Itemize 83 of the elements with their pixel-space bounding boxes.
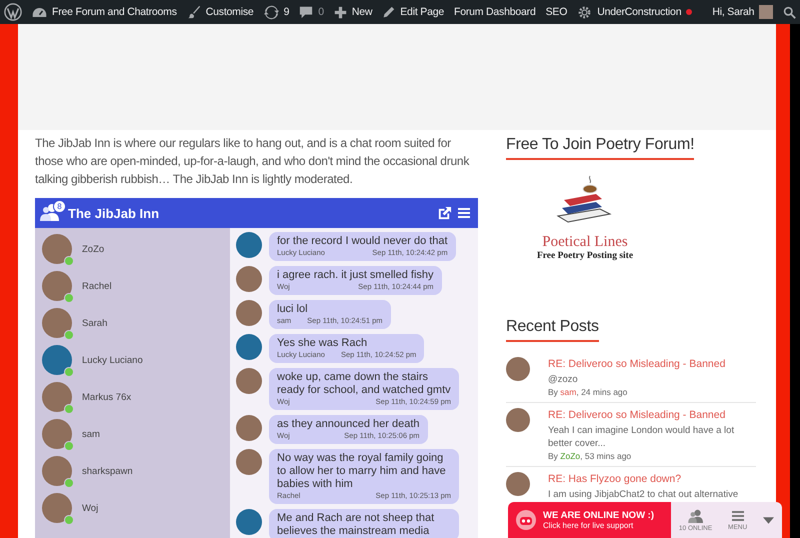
user-name[interactable]: Rachel	[82, 280, 112, 292]
post-excerpt: I am using JibjabChat2 to chat out alternative	[548, 488, 738, 501]
message-text: Me and Rach are not sheep that believes the mainstream media	[277, 512, 436, 538]
user-avatar	[236, 415, 262, 441]
user-avatar	[236, 266, 262, 292]
robot-face-icon	[515, 509, 537, 531]
message-text: as they announced her death	[277, 418, 420, 431]
caret-down-icon[interactable]	[763, 516, 774, 524]
user-avatar	[236, 232, 262, 258]
brush-icon[interactable]	[186, 5, 201, 19]
user-avatar	[236, 334, 262, 360]
menu-link[interactable]: Edit Page	[400, 6, 444, 18]
user-name[interactable]: ZoZo	[82, 244, 104, 254]
message-text: No way was the royal family going to allow her to marry him and have babies with him	[277, 452, 447, 491]
post-excerpt: @zozo	[548, 373, 579, 386]
author-link[interactable]: sam	[560, 387, 576, 397]
user-avatar	[42, 234, 72, 264]
menu-icon	[730, 510, 745, 522]
post-link[interactable]: RE: Has Flyzoo gone down?	[548, 473, 738, 485]
widget-title: Recent Posts	[506, 318, 599, 342]
menu-link[interactable]: Free Forum and Chatrooms	[52, 6, 177, 18]
live-support-button[interactable]: WE ARE ONLINE NOW :) Click here for live support	[508, 502, 671, 538]
post-byline: By	[548, 387, 559, 397]
menu-link[interactable]: 9	[284, 6, 290, 18]
menu-link[interactable]: 0	[318, 6, 324, 18]
intro-paragraph: The JibJab Inn is where our regulars like to hang out, and is a chat room suited for those who are open-minded, up-for-a-laugh, and who don't mind the occasional drunk talking gibberish rubbish… The JibJab Inn is lightly moderated.	[35, 135, 470, 188]
external-link-icon[interactable]	[437, 206, 452, 220]
menu-link[interactable]: SEO	[546, 6, 568, 18]
gauge-icon[interactable]	[32, 6, 47, 18]
user-name[interactable]: Sarah	[82, 318, 108, 328]
count-badge: 8	[53, 200, 66, 213]
user-avatar	[506, 472, 530, 496]
user-avatar[interactable]	[759, 5, 774, 19]
refresh-icon[interactable]	[264, 4, 279, 20]
menu-link[interactable]: New	[352, 6, 372, 18]
search-icon[interactable]	[783, 6, 796, 18]
widget-title: Free To Join Poetry Forum!	[506, 136, 694, 160]
user-avatar	[42, 308, 72, 338]
logo-tagline: Free Poetry Posting site	[536, 251, 634, 261]
message-text: i agree rach. it just smelled fishy	[277, 269, 434, 282]
user-avatar	[506, 357, 530, 381]
user-avatar	[506, 408, 530, 432]
user-avatar	[236, 300, 262, 326]
post-link[interactable]: RE: Deliveroo so Misleading - Banned	[548, 409, 756, 421]
author-link[interactable]: ZoZo	[560, 451, 580, 461]
post-excerpt: Yeah I can imagine London would have a lot better cover...	[548, 424, 736, 450]
gear-icon[interactable]	[577, 4, 592, 20]
menu-link[interactable]: Forum Dashboard	[454, 6, 536, 18]
pencil-icon[interactable]	[382, 6, 396, 18]
message-text: for the record I would never do that	[277, 235, 448, 248]
support-subline: Click here for live support	[543, 521, 634, 530]
user-avatar	[236, 449, 262, 475]
menu-link[interactable]: Customise	[206, 6, 254, 18]
post-time: , 53 mins ago	[580, 451, 632, 461]
user-avatar	[236, 368, 262, 394]
message-text: luci lol	[277, 303, 309, 316]
message-text: Yes she was Rach	[277, 337, 368, 350]
logo-title: Poetical Lines	[542, 234, 628, 251]
user-name[interactable]: Markus 76x	[82, 392, 132, 402]
users-icon	[688, 508, 704, 522]
menu-icon[interactable]	[458, 207, 470, 219]
user-avatar	[42, 271, 72, 301]
comment-icon[interactable]	[299, 5, 314, 19]
user-avatar	[42, 419, 72, 449]
user-name[interactable]: sharkspawn	[82, 466, 133, 476]
user-name[interactable]: sam	[82, 428, 100, 440]
user-avatar	[42, 382, 72, 412]
wordpress-logo-icon[interactable]	[4, 3, 22, 21]
user-avatar	[236, 509, 262, 535]
message-text: woke up, came down the stairs ready for school, and watched gmtv	[277, 371, 451, 397]
greeting-link[interactable]: Hi, Sarah	[712, 6, 754, 18]
support-headline: WE ARE ONLINE NOW :)	[543, 510, 654, 521]
plus-icon[interactable]	[334, 6, 347, 18]
user-name[interactable]: Woj	[82, 502, 98, 514]
menu-link[interactable]: UnderConstruction	[597, 6, 682, 18]
post-byline: By	[548, 451, 559, 461]
user-avatar	[42, 456, 72, 486]
user-avatar	[42, 345, 72, 375]
user-name[interactable]: Lucky Luciano	[82, 354, 143, 366]
chat-title: The JibJab Inn	[68, 206, 160, 220]
post-time: , 24 mins ago	[576, 387, 628, 397]
user-avatar	[42, 493, 72, 523]
post-link[interactable]: RE: Deliveroo so Misleading - Banned	[548, 358, 726, 370]
